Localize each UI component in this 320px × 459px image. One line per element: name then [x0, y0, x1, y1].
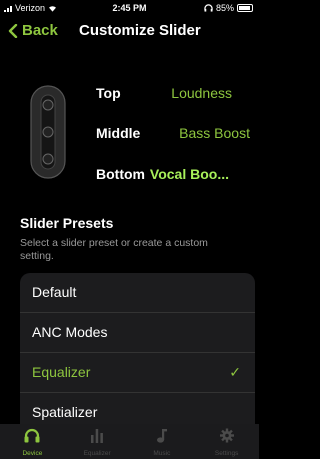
- slider-row-middle[interactable]: Middle Bass Boost: [96, 125, 256, 141]
- tab-music[interactable]: Music: [130, 424, 195, 459]
- preset-label: ANC Modes: [32, 324, 108, 340]
- navigation-bar: Back Customize Slider: [0, 18, 259, 50]
- presets-list: Default ANC Modes Equalizer ✓ Spatialize…: [20, 273, 255, 428]
- tab-label: Settings: [214, 450, 239, 457]
- headphones-icon: [24, 428, 40, 443]
- back-label: Back: [22, 22, 58, 39]
- checkmark-icon: ✓: [229, 364, 241, 380]
- tab-settings[interactable]: Settings: [194, 424, 259, 459]
- slider-row-value: Bass Boost: [179, 125, 250, 141]
- headphones-status-icon: [204, 4, 213, 12]
- status-bar: Verizon 2:45 PM 85%: [0, 0, 259, 16]
- tab-device[interactable]: Device: [0, 424, 65, 459]
- preset-item-spatializer[interactable]: Spatializer: [20, 393, 255, 428]
- preset-label: Spatializer: [32, 404, 98, 420]
- status-right: 85%: [204, 3, 253, 13]
- equalizer-icon: [91, 429, 104, 443]
- tab-label: Device: [22, 450, 43, 457]
- preset-item-anc-modes[interactable]: ANC Modes: [20, 313, 255, 353]
- preset-item-default[interactable]: Default: [20, 273, 255, 313]
- preset-item-equalizer[interactable]: Equalizer ✓: [20, 353, 255, 393]
- slider-row-top[interactable]: Top Loudness: [96, 85, 256, 101]
- slider-row-bottom[interactable]: Bottom Vocal Boo...: [96, 166, 256, 182]
- slider-row-value: Loudness: [171, 85, 232, 101]
- slider-illustration: [30, 85, 66, 179]
- gear-icon: [219, 428, 234, 443]
- page-title: Customize Slider: [79, 22, 201, 39]
- tab-equalizer[interactable]: Equalizer: [65, 424, 130, 459]
- chevron-left-icon: [8, 23, 18, 38]
- preset-label: Default: [32, 284, 77, 300]
- back-button[interactable]: Back: [8, 22, 58, 39]
- slider-row-label: Top: [96, 85, 121, 101]
- slider-row-label: Bottom: [96, 166, 145, 182]
- tab-bar: Device Equalizer Music Settings: [0, 424, 259, 459]
- slider-row-label: Middle: [96, 125, 141, 141]
- slider-row-value: Vocal Boo...: [149, 166, 229, 182]
- section-description: Select a slider preset or create a custo…: [20, 237, 208, 262]
- battery-percent: 85%: [215, 3, 234, 13]
- battery-icon: [237, 4, 253, 12]
- tab-label: Equalizer: [83, 450, 111, 457]
- section-title: Slider Presets: [20, 215, 114, 231]
- preset-label: Equalizer: [32, 364, 91, 380]
- music-note-icon: [156, 429, 167, 443]
- tab-label: Music: [153, 450, 171, 457]
